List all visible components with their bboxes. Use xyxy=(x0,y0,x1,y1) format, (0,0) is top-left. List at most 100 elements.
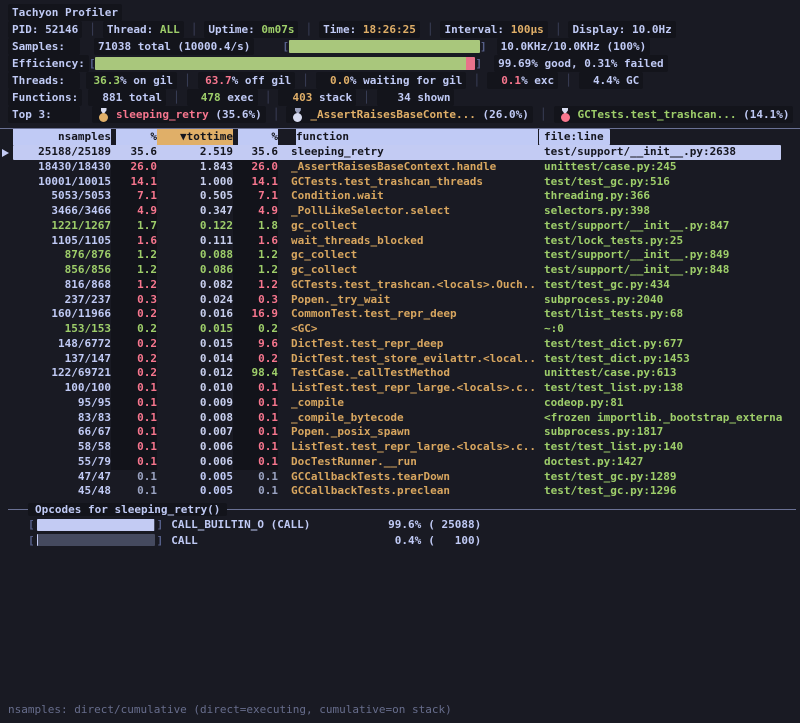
cell-gap xyxy=(278,160,291,175)
tottime-cell: 0.016 xyxy=(157,307,233,322)
bar-open-bracket: [ xyxy=(282,38,289,55)
nsamples-cell: 58/58 xyxy=(13,440,111,455)
display-value: 10.0Hz xyxy=(632,21,672,38)
nsamples-cell: 160/11966 xyxy=(13,307,111,322)
table-row[interactable]: 100/1000.10.0100.1ListTest.test_repr_lar… xyxy=(0,381,800,396)
stat-value: 478 xyxy=(191,89,221,106)
table-row[interactable]: 25188/2518935.62.51935.6sleeping_retryte… xyxy=(0,145,800,160)
column-header-tottime-sorted[interactable]: ▼tottime xyxy=(157,129,233,145)
cum-pct-cell: 1.2 xyxy=(233,248,278,263)
cell-gap xyxy=(278,293,291,308)
tottime-cell: 1.000 xyxy=(157,175,233,190)
table-row[interactable]: 1105/11051.60.1111.6wait_threads_blocked… xyxy=(0,234,800,249)
table-row[interactable]: 856/8561.20.0861.2gc_collecttest/support… xyxy=(0,263,800,278)
tottime-cell: 0.015 xyxy=(157,322,233,337)
nsamples-cell: 25188/25189 xyxy=(13,145,111,160)
nsamples-cell: 3466/3466 xyxy=(13,204,111,219)
profiler-screen: Tachyon Profiler PID: 52146 │ Thread: AL… xyxy=(0,0,800,723)
file-line-cell: test/test_gc.py:1296 xyxy=(538,484,800,499)
table-row[interactable]: 876/8761.20.0881.2gc_collecttest/support… xyxy=(0,248,800,263)
table-row[interactable]: 237/2370.30.0240.3Popen._try_waitsubproc… xyxy=(0,293,800,308)
function-cell: gc_collect xyxy=(291,263,538,278)
cell-gap xyxy=(278,484,291,499)
table-row[interactable]: 5053/50537.10.5057.1Condition.waitthread… xyxy=(0,189,800,204)
column-header-nsamples[interactable]: nsamples xyxy=(13,129,111,145)
row-gutter xyxy=(0,293,13,308)
cell-gap xyxy=(278,234,291,249)
pct-cell: 0.2 xyxy=(111,366,157,381)
file-line-cell: subprocess.py:2040 xyxy=(538,293,800,308)
table-row[interactable]: 55/790.10.0060.1DocTestRunner.__rundocte… xyxy=(0,455,800,470)
table-row[interactable]: 47/470.10.0050.1GCCallbackTests.tearDown… xyxy=(0,470,800,485)
stat-unit: exec xyxy=(227,89,254,106)
column-header-pct[interactable]: % xyxy=(111,129,157,145)
cell-gap xyxy=(278,322,291,337)
cum-pct-cell: 0.1 xyxy=(233,470,278,485)
pct-cell: 1.2 xyxy=(111,278,157,293)
pct-cell: 0.1 xyxy=(111,484,157,499)
cell-gap xyxy=(278,470,291,485)
row-gutter xyxy=(0,411,13,426)
function-cell: DictTest.test_repr_deep xyxy=(291,337,538,352)
opcode-bar xyxy=(37,534,155,546)
cum-pct-cell: 0.1 xyxy=(233,381,278,396)
functions-stat-stack: 403 stack xyxy=(278,89,356,106)
cum-pct-cell: 0.2 xyxy=(233,352,278,367)
stat-value: 36.3 xyxy=(90,72,120,89)
table-row[interactable]: 816/8681.20.0821.2GCTests.test_trashcan.… xyxy=(0,278,800,293)
table-row[interactable]: 10001/1001514.11.00014.1GCTests.test_tra… xyxy=(0,175,800,190)
bar-close-bracket: ] xyxy=(157,517,164,533)
table-row[interactable]: 122/697210.20.01298.4TestCase._callTestM… xyxy=(0,366,800,381)
row-gutter xyxy=(0,455,13,470)
pid-value: 52146 xyxy=(45,21,78,38)
table-row[interactable]: 95/950.10.0090.1_compilecodeop.py:81 xyxy=(0,396,800,411)
table-row[interactable]: 58/580.10.0060.1ListTest.test_repr_large… xyxy=(0,440,800,455)
table-row[interactable]: 137/1470.20.0140.2DictTest.test_store_ev… xyxy=(0,352,800,367)
cum-pct-cell: 16.9 xyxy=(233,307,278,322)
divider: │ xyxy=(82,21,103,38)
opcode-row: []CALL0.4% ( 100) xyxy=(0,533,800,549)
functions-stat-total: 881 total xyxy=(88,89,166,106)
efficiency-bar-failed-fill xyxy=(466,57,475,70)
threads-stat-off-gil: 63.7% off gil xyxy=(198,72,296,89)
interval-label: Interval: xyxy=(444,21,504,38)
column-header-function[interactable]: function xyxy=(291,129,538,145)
pid-field: PID: 52146 xyxy=(8,21,82,38)
cum-pct-cell: 7.1 xyxy=(233,189,278,204)
efficiency-label: Efficiency: xyxy=(8,55,89,72)
table-row[interactable]: 3466/34664.90.3474.9_PollLikeSelector.se… xyxy=(0,204,800,219)
nsamples-cell: 122/69721 xyxy=(13,366,111,381)
efficiency-summary: 99.69% good, 0.31% failed xyxy=(494,55,668,72)
functions-stat-exec: 478 exec xyxy=(187,89,258,106)
footer-help: nsamples: direct/cumulative (direct=exec… xyxy=(8,667,452,723)
table-row[interactable]: 153/1530.20.0150.2<GC>~:0 xyxy=(0,322,800,337)
column-header-file-line[interactable]: file:line xyxy=(539,129,610,145)
function-cell: <GC> xyxy=(291,322,538,337)
divider: │ xyxy=(266,106,287,123)
table-row[interactable]: 83/830.10.0080.1_compile_bytecode<frozen… xyxy=(0,411,800,426)
stat-unit: stack xyxy=(319,89,352,106)
table-row[interactable]: 18430/1843026.01.84326.0_AssertRaisesBas… xyxy=(0,160,800,175)
table-row[interactable]: 45/480.10.0050.1GCCallbackTests.preclean… xyxy=(0,484,800,499)
row-gutter xyxy=(0,352,13,367)
divider: │ xyxy=(177,72,198,89)
bar-open-bracket: [ xyxy=(89,55,96,72)
thread-field[interactable]: Thread: ALL xyxy=(103,21,184,38)
pid-label: PID: xyxy=(12,21,39,38)
row-gutter xyxy=(0,204,13,219)
table-row[interactable]: 160/119660.20.01616.9CommonTest.test_rep… xyxy=(0,307,800,322)
function-cell: ListTest.test_repr_large.<locals>.c... xyxy=(291,440,538,455)
bar-close-bracket: ] xyxy=(480,38,487,55)
table-row[interactable]: 66/670.10.0070.1Popen._posix_spawnsubpro… xyxy=(0,425,800,440)
column-header-cum-pct[interactable]: % xyxy=(233,129,278,145)
row-gutter xyxy=(0,396,13,411)
row-gutter xyxy=(0,160,13,175)
file-line-cell: test/test_gc.py:1289 xyxy=(538,470,800,485)
table-row[interactable]: 1221/12671.70.1221.8gc_collecttest/suppo… xyxy=(0,219,800,234)
cell-gap xyxy=(278,366,291,381)
file-line-cell: subprocess.py:1817 xyxy=(538,425,800,440)
pct-cell: 1.2 xyxy=(111,263,157,278)
table-row[interactable]: 148/67720.20.0159.6DictTest.test_repr_de… xyxy=(0,337,800,352)
stat-value: 34 xyxy=(381,89,411,106)
file-line-cell: test/support/__init__.py:848 xyxy=(538,263,800,278)
